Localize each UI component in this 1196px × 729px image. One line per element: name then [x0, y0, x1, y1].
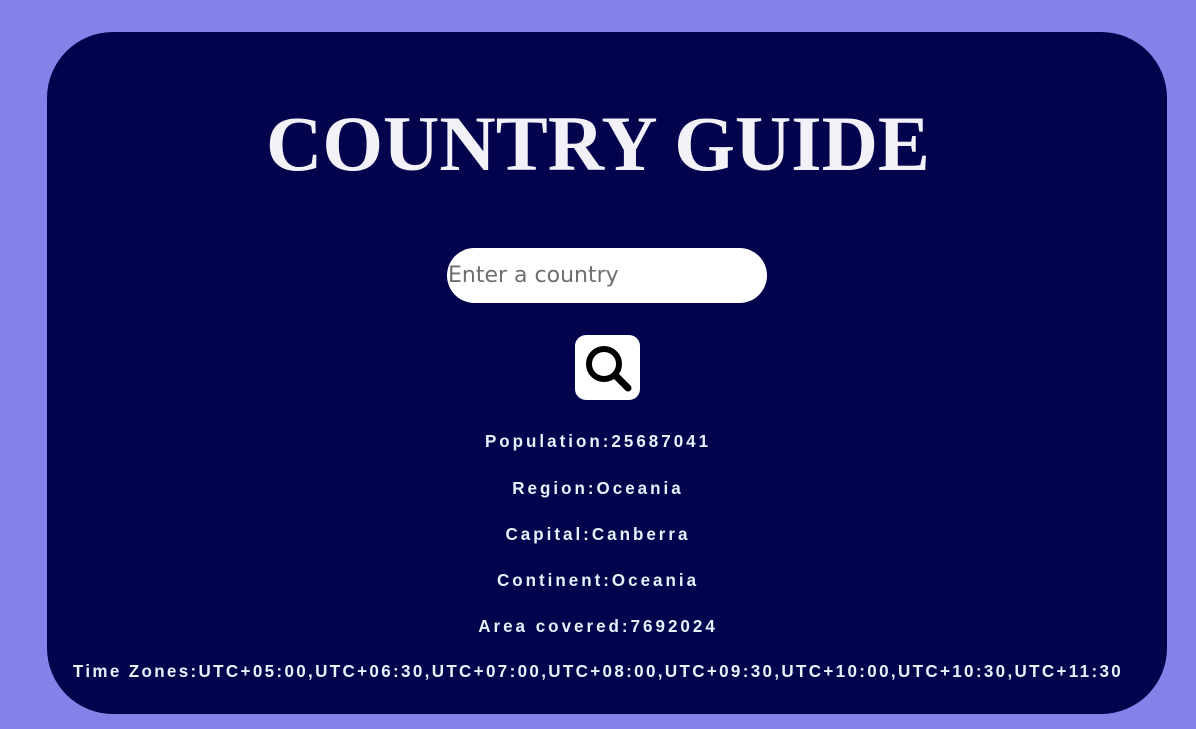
search-icon	[585, 345, 631, 391]
page-title: COUNTRY GUIDE	[266, 100, 930, 187]
area-text: Area covered:7692024	[478, 616, 718, 637]
search-button[interactable]	[575, 335, 640, 400]
continent-text: Continent:Oceania	[496, 570, 700, 591]
country-search-input[interactable]	[447, 248, 767, 303]
timezones-text: Time Zones:UTC+05:00,UTC+06:30,UTC+07:00…	[72, 661, 1124, 682]
population-text: Population:25687041	[484, 431, 712, 452]
capital-text: Capital:Canberra	[505, 524, 691, 545]
region-text: Region:Oceania	[512, 478, 684, 499]
